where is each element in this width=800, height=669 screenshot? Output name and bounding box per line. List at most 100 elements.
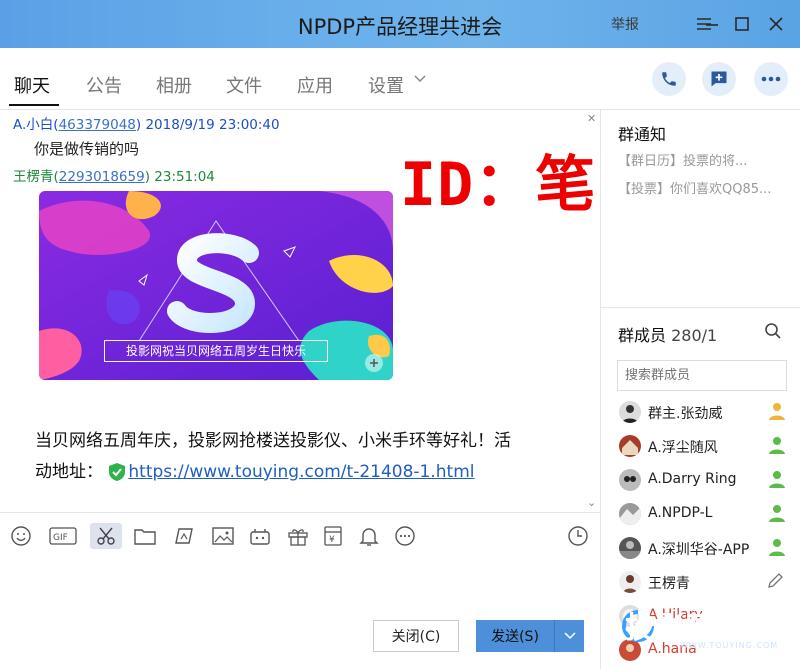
chat-plus-icon xyxy=(711,71,727,87)
promo-link[interactable]: https://www.touying.com/t-21408-1.html xyxy=(128,462,474,482)
gift-icon xyxy=(288,529,308,546)
red-packet-button[interactable]: ¥ xyxy=(320,523,346,549)
avatar xyxy=(619,537,641,559)
tab-apps[interactable]: 应用 xyxy=(297,72,333,98)
sender-name[interactable]: A.小白 xyxy=(13,117,53,133)
tab-files[interactable]: 文件 xyxy=(226,72,262,98)
scroll-up-icon[interactable]: ✕ xyxy=(587,112,596,125)
svg-text:GIF: GIF xyxy=(53,533,68,543)
person-icon xyxy=(769,403,785,420)
tab-bar: 聊天 公告 相册 文件 应用 设置 xyxy=(0,48,800,110)
person-icon xyxy=(769,539,785,556)
send-options-button[interactable] xyxy=(554,620,584,652)
emoji-button[interactable] xyxy=(8,523,34,549)
chat-messages: ✕ A.小白(463379048) 2018/9/19 23:00:40 你是做… xyxy=(0,110,600,512)
group-notice[interactable]: 群通知 【群日历】投票的将... 【投票】你们喜欢QQ85... xyxy=(601,110,800,308)
notice-item[interactable]: 【群日历】投票的将... xyxy=(618,150,747,169)
edit-pencil-icon[interactable] xyxy=(767,571,785,589)
smiley-icon xyxy=(11,526,31,546)
minimize-button[interactable] xyxy=(698,10,726,38)
sender-id[interactable]: 2293018659 xyxy=(59,169,145,185)
sender-name[interactable]: 王楞青 xyxy=(13,169,54,185)
members-count: 280/1 xyxy=(671,326,718,345)
close-icon xyxy=(769,17,783,31)
person-icon xyxy=(769,471,785,488)
game-button[interactable] xyxy=(247,523,273,549)
avatar xyxy=(619,435,641,457)
window-title: NPDP产品经理共进会 xyxy=(297,15,503,39)
image-button[interactable] xyxy=(210,523,236,549)
message-sender: A.小白(463379048) 2018/9/19 23:00:40 xyxy=(13,117,280,133)
title-bar: NPDP产品经理共进会 举报 xyxy=(0,0,800,48)
message-text: 你是做传销的吗 xyxy=(34,140,140,158)
person-icon xyxy=(769,505,785,522)
more-tools-button[interactable] xyxy=(392,523,418,549)
member-name: 王楞青 xyxy=(648,576,690,592)
avatar xyxy=(619,503,641,525)
message-sender: 王楞青(2293018659) 23:51:04 xyxy=(13,169,215,185)
member-name: A.浮尘随风 xyxy=(648,440,718,456)
sender-id[interactable]: 463379048 xyxy=(59,117,136,133)
call-button[interactable] xyxy=(652,62,686,96)
folder-icon xyxy=(134,529,156,545)
phone-icon xyxy=(662,72,676,86)
report-button[interactable]: 举报 xyxy=(611,14,639,34)
member-name: A.NPDP-L xyxy=(648,505,713,521)
chevron-down-icon[interactable] xyxy=(414,75,426,83)
maximize-button[interactable] xyxy=(728,10,756,38)
more-icon xyxy=(395,526,415,546)
redpacket-icon: ¥ xyxy=(324,526,342,546)
tab-settings[interactable]: 设置 xyxy=(368,72,404,98)
bell-icon xyxy=(359,528,379,546)
search-icon[interactable] xyxy=(764,322,782,340)
send-button-label: 发送(S) xyxy=(491,629,539,645)
member-name: A.Darry Ring xyxy=(648,471,737,487)
more-dots-icon xyxy=(761,76,781,82)
avatar xyxy=(619,571,641,593)
history-button[interactable] xyxy=(565,523,591,549)
close-window-button[interactable] xyxy=(762,10,790,38)
scissors-icon xyxy=(97,527,115,545)
maximize-icon xyxy=(735,17,749,31)
send-button[interactable]: 发送(S) xyxy=(476,620,584,652)
member-item[interactable]: A.浮尘随风 xyxy=(601,430,800,464)
more-options-button[interactable] xyxy=(754,62,788,96)
promo-line-2: 动地址： https://www.touying.com/t-21408-1.h… xyxy=(35,457,474,482)
member-item[interactable]: A.NPDP-L xyxy=(601,498,800,532)
notice-title: 群通知 xyxy=(618,125,667,144)
minimize-icon xyxy=(706,24,718,26)
add-chat-button[interactable] xyxy=(702,62,736,96)
tab-chat[interactable]: 聊天 xyxy=(14,72,50,98)
gif-button[interactable]: GIF xyxy=(48,523,78,549)
screenshot-scissors-button[interactable] xyxy=(90,523,122,549)
member-item[interactable]: 王楞青 xyxy=(601,566,800,600)
chevron-down-icon xyxy=(563,632,576,640)
notice-item[interactable]: 【投票】你们喜欢QQ85... xyxy=(618,178,771,197)
scroll-down-icon[interactable]: ⌄ xyxy=(587,496,596,509)
watermark-id: ID：笔中求生 xyxy=(400,150,600,220)
tab-album[interactable]: 相册 xyxy=(156,72,192,98)
gif-icon: GIF xyxy=(49,527,77,545)
message-input-area[interactable]: 关闭(C) 发送(S) xyxy=(0,558,600,669)
message-time: 23:51:04 xyxy=(154,169,215,185)
person-icon xyxy=(769,437,785,454)
member-item[interactable]: A.深圳华谷-APP xyxy=(601,532,800,566)
promo-address-label: 动地址： xyxy=(35,462,103,482)
member-search-input[interactable] xyxy=(617,360,787,391)
member-item[interactable]: 群主.张劲威 xyxy=(601,396,800,430)
remind-button[interactable] xyxy=(356,523,382,549)
member-name: 群主.张劲威 xyxy=(648,406,723,422)
image-icon xyxy=(212,527,234,545)
member-item[interactable]: A.Darry Ring xyxy=(601,464,800,498)
game-icon xyxy=(250,529,270,545)
gift-button[interactable] xyxy=(285,523,311,549)
member-name: A.深圳华谷-APP xyxy=(648,542,750,558)
folder-button[interactable] xyxy=(132,523,158,549)
banner-caption: 投影网祝当贝网络五周岁生日快乐 xyxy=(104,340,328,362)
close-button[interactable]: 关闭(C) xyxy=(373,620,459,652)
avatar xyxy=(619,469,641,491)
tab-announcement[interactable]: 公告 xyxy=(86,72,122,98)
screenshot-button[interactable] xyxy=(171,523,197,549)
members-title: 群成员 280/1 xyxy=(618,322,717,346)
active-tab-indicator xyxy=(9,104,59,106)
